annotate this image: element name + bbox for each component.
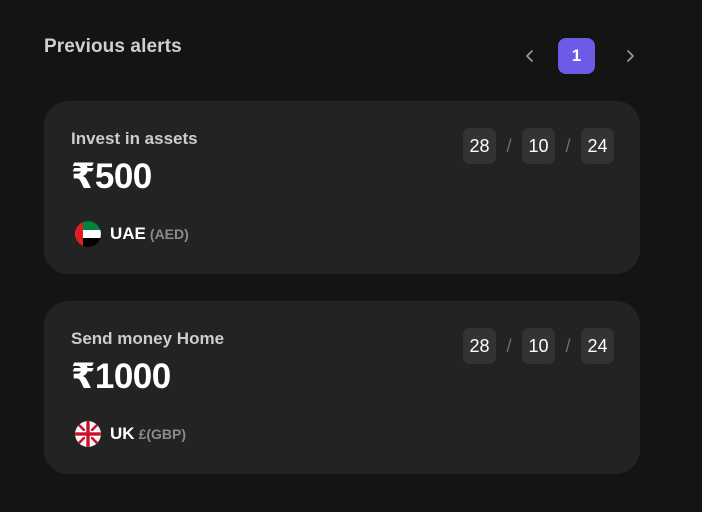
alerts-header: Previous alerts 1 <box>44 36 640 76</box>
alert-amount: ₹1000 <box>71 357 171 396</box>
date-month: 10 <box>522 128 555 164</box>
alert-amount: ₹500 <box>71 157 152 196</box>
date-separator: / <box>506 335 512 356</box>
alert-date: 28 / 10 / 24 <box>463 128 614 164</box>
date-year: 24 <box>581 328 614 364</box>
currency-code: (AED) <box>149 226 189 242</box>
date-year: 24 <box>581 128 614 164</box>
country-code: UAE <box>110 224 146 243</box>
uk-flag-icon <box>75 421 101 447</box>
date-separator: / <box>565 135 571 156</box>
alert-label: Send money Home <box>71 329 225 348</box>
alert-date: 28 / 10 / 24 <box>463 328 614 364</box>
country-code: UK <box>110 424 135 443</box>
alert-country: UK £(GBP) <box>75 420 186 448</box>
page-1-button[interactable]: 1 <box>558 38 595 74</box>
date-month: 10 <box>522 328 555 364</box>
date-day: 28 <box>463 128 496 164</box>
alert-card[interactable]: Invest in assets ₹500 28 / 10 / 24 UAE (… <box>44 101 640 274</box>
pagination: 1 <box>520 38 640 74</box>
alert-country: UAE (AED) <box>75 220 189 248</box>
date-separator: / <box>506 135 512 156</box>
chevron-left-icon[interactable] <box>520 46 540 66</box>
uae-flag-icon <box>75 221 101 247</box>
currency-code: £(GBP) <box>138 426 187 442</box>
date-day: 28 <box>463 328 496 364</box>
alert-card[interactable]: Send money Home ₹1000 28 / 10 / 24 UK £(… <box>44 301 640 474</box>
alert-label: Invest in assets <box>71 129 198 148</box>
page-title: Previous alerts <box>44 36 182 57</box>
chevron-right-icon[interactable] <box>620 46 640 66</box>
date-separator: / <box>565 335 571 356</box>
